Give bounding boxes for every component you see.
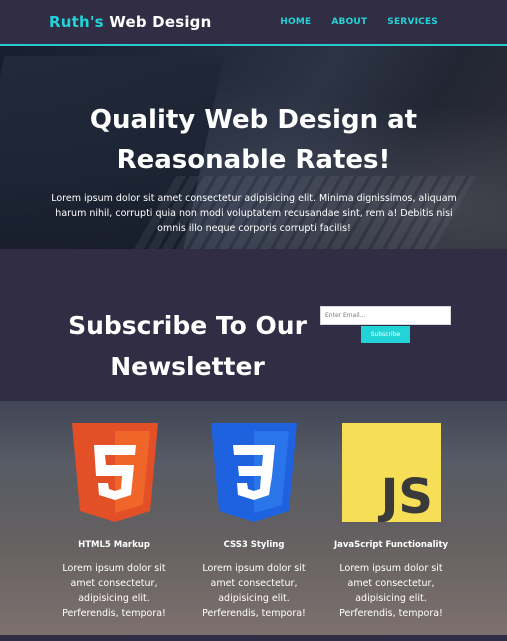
css3-icon bbox=[211, 423, 297, 522]
footer-strip bbox=[0, 635, 507, 641]
hero-title-line2: Reasonable Rates! bbox=[116, 145, 391, 175]
logo-accent-text: Ruth's bbox=[49, 13, 104, 31]
nav-services-link[interactable]: SERVICES bbox=[387, 17, 438, 27]
desc-line: Perferendis, tempora! bbox=[62, 608, 166, 619]
nav-home-link[interactable]: HOME bbox=[280, 17, 311, 27]
desc-line: Perferendis, tempora! bbox=[339, 608, 443, 619]
logo-text: Web Design bbox=[103, 13, 212, 31]
nav-about-link[interactable]: ABOUT bbox=[331, 17, 367, 27]
desc-line: adipisicing elit. bbox=[355, 593, 427, 604]
feature-js-title: JavaScript Functionality bbox=[333, 540, 449, 550]
hero-section: Quality Web Design at Reasonable Rates! … bbox=[0, 46, 507, 249]
feature-js-desc: Lorem ipsum dolor sit amet consectetur, … bbox=[331, 561, 451, 621]
js-icon-text: JS bbox=[378, 469, 433, 522]
main-nav: HOME ABOUT SERVICES bbox=[280, 17, 438, 27]
desc-line: amet consectetur, bbox=[70, 578, 158, 589]
newsletter-title: Subscribe To Our Newsletter bbox=[60, 305, 315, 387]
site-logo[interactable]: Ruth's Web Design bbox=[49, 13, 212, 31]
feature-html5-desc: Lorem ipsum dolor sit amet consectetur, … bbox=[54, 561, 174, 621]
features-section: HTML5 Markup Lorem ipsum dolor sit amet … bbox=[0, 401, 507, 641]
newsletter-title-line2: Newsletter bbox=[110, 352, 265, 381]
desc-line: Lorem ipsum dolor sit bbox=[202, 563, 306, 574]
html5-icon bbox=[72, 423, 158, 522]
feature-css3-desc: Lorem ipsum dolor sit amet consectetur, … bbox=[194, 561, 314, 621]
desc-line: amet consectetur, bbox=[210, 578, 298, 589]
desc-line: Lorem ipsum dolor sit bbox=[339, 563, 443, 574]
hero-text: Lorem ipsum dolor sit amet consectetur a… bbox=[51, 193, 457, 234]
desc-line: Lorem ipsum dolor sit bbox=[62, 563, 166, 574]
hero-title: Quality Web Design at Reasonable Rates! bbox=[0, 100, 507, 180]
desc-line: Perferendis, tempora! bbox=[202, 608, 306, 619]
desc-line: amet consectetur, bbox=[347, 578, 435, 589]
feature-css3-title: CSS3 Styling bbox=[223, 540, 285, 550]
site-header: Ruth's Web Design HOME ABOUT SERVICES bbox=[0, 0, 507, 46]
desc-line: adipisicing elit. bbox=[218, 593, 290, 604]
email-input[interactable] bbox=[320, 306, 451, 325]
subscribe-button[interactable]: Subscribe bbox=[361, 326, 410, 343]
feature-html5-title: HTML5 Markup bbox=[78, 540, 150, 550]
js-icon: JS bbox=[342, 423, 441, 522]
newsletter-title-line1: Subscribe To Our bbox=[68, 311, 307, 340]
newsletter-section: Subscribe To Our Newsletter Subscribe bbox=[0, 249, 507, 401]
hero-title-line1: Quality Web Design at bbox=[89, 105, 418, 135]
desc-line: adipisicing elit. bbox=[78, 593, 150, 604]
